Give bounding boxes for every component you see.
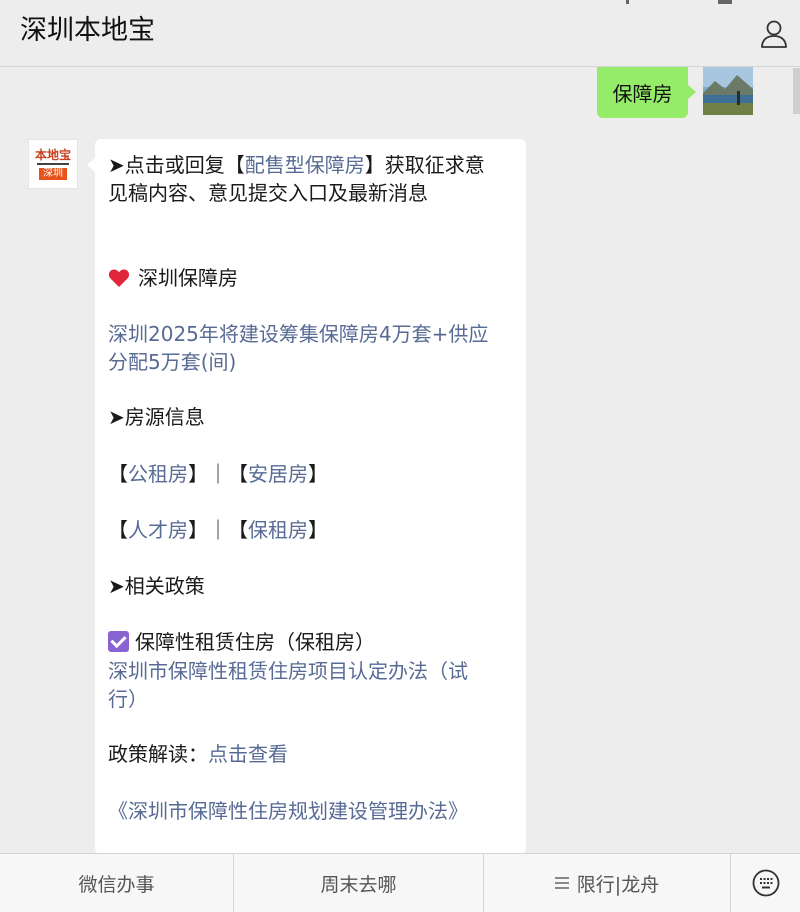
chat-header: 深圳本地宝 xyxy=(0,0,800,67)
bracket: 【 xyxy=(228,518,248,542)
keyboard-toggle-button[interactable] xyxy=(731,854,800,912)
chat-title: 深圳本地宝 xyxy=(20,15,155,46)
section-heading-text: 深圳保障房 xyxy=(138,266,238,290)
bottom-menu: 微信办事 周末去哪 限行|龙舟 xyxy=(0,853,800,912)
talent-link[interactable]: 人才房 xyxy=(128,518,188,542)
heart-icon xyxy=(108,269,130,287)
status-mark xyxy=(718,0,732,4)
official-account-avatar[interactable]: 本地宝 深圳 xyxy=(28,139,78,189)
public-rent-link[interactable]: 公租房 xyxy=(128,462,188,486)
interpret-line: 政策解读：点击查看 xyxy=(108,740,288,768)
housing-links-row-2: 【人才房】｜【保租房】 xyxy=(108,516,328,544)
guarantee-rent-link[interactable]: 保租房 xyxy=(248,518,308,542)
profile-icon xyxy=(761,20,787,48)
profile-button[interactable] xyxy=(758,18,790,50)
rent-policy-title-text: 保障性租赁住房（保租房） xyxy=(135,630,375,654)
bracket: 【 xyxy=(108,462,128,486)
bracket: 【 xyxy=(228,462,248,486)
news-link-line-1[interactable]: 深圳2025年将建设筹集保障房4万套+供应 xyxy=(108,320,488,348)
bracket: 】 xyxy=(188,518,208,542)
check-icon xyxy=(108,631,129,652)
rent-policy-link-line-1[interactable]: 深圳市保障性租赁住房项目认定办法（试 xyxy=(108,657,468,685)
interpret-label: 政策解读： xyxy=(108,742,208,766)
menu-item-traffic-restriction[interactable]: 限行|龙舟 xyxy=(484,854,731,912)
keyboard-icon xyxy=(752,869,779,897)
sent-message-text: 保障房 xyxy=(612,82,673,106)
source-heading: ➤房源信息 xyxy=(108,405,205,429)
logo-underline xyxy=(37,163,69,165)
intro-line-1: ➤点击或回复【配售型保障房】获取征求意 xyxy=(108,151,485,179)
intro-text: ➤点击或回复【 xyxy=(108,153,245,177)
rent-policy-link-line-2[interactable]: 行） xyxy=(108,685,148,713)
menu-item-label: 微信办事 xyxy=(78,873,155,896)
plan-regulation-link[interactable]: 《深圳市保障性住房规划建设管理办法》 xyxy=(108,797,468,825)
news-link-line-2[interactable]: 分配5万套(间) xyxy=(108,348,236,376)
reply-keyword-link[interactable]: 配售型保障房 xyxy=(245,153,365,177)
logo-text: 本地宝 xyxy=(34,148,71,162)
status-mark xyxy=(626,0,629,4)
separator: ｜ xyxy=(208,518,228,542)
housing-links-row-1: 【公租房】｜【安居房】 xyxy=(108,460,328,488)
bracket: 】 xyxy=(188,462,208,486)
intro-line-2: 见稿内容、意见提交入口及最新消息 xyxy=(108,181,428,205)
hamburger-icon xyxy=(554,874,569,892)
bracket: 【 xyxy=(108,518,128,542)
policy-heading: ➤相关政策 xyxy=(108,574,205,598)
received-message-bubble: ➤点击或回复【配售型保障房】获取征求意 见稿内容、意见提交入口及最新消息 深圳保… xyxy=(95,139,526,854)
sent-message-bubble[interactable]: 保障房 xyxy=(597,67,696,118)
scrollbar[interactable] xyxy=(793,68,800,114)
menu-item-label: 限行|龙舟 xyxy=(576,873,660,896)
menu-item-wechat-services[interactable]: 微信办事 xyxy=(0,854,234,912)
bracket: 】 xyxy=(308,518,328,542)
user-avatar[interactable] xyxy=(703,67,753,115)
logo-badge: 深圳 xyxy=(39,168,67,180)
menu-item-weekend[interactable]: 周末去哪 xyxy=(234,854,484,912)
rent-policy-title: 保障性租赁住房（保租房） xyxy=(108,628,375,656)
anju-link[interactable]: 安居房 xyxy=(248,462,308,486)
interpret-link[interactable]: 点击查看 xyxy=(208,742,288,766)
section-heading-housing: 深圳保障房 xyxy=(108,264,238,292)
intro-text: 】获取征求意 xyxy=(364,153,485,177)
separator: ｜ xyxy=(208,462,228,486)
menu-item-label: 周末去哪 xyxy=(320,873,397,896)
bracket: 】 xyxy=(308,462,328,486)
